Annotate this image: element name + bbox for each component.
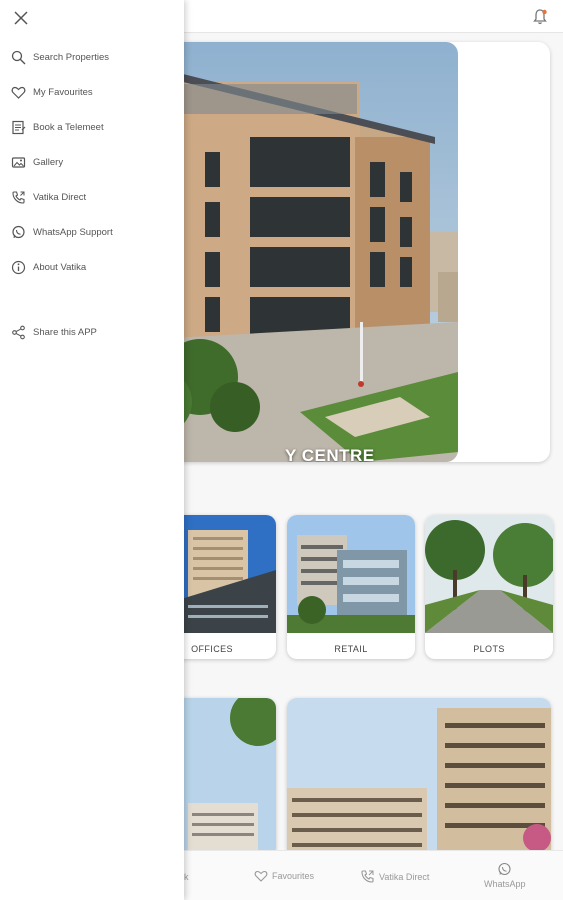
whatsapp-icon [11,225,26,240]
drawer-item-share-app[interactable]: Share this APP [0,317,184,347]
drawer-item-label: My Favourites [33,86,93,98]
document-icon [11,120,26,135]
property-promo-card[interactable] [287,698,551,858]
notification-bell-icon[interactable] [531,8,549,26]
plots-image [425,515,553,633]
retail-image [287,515,415,633]
drawer-item-my-favourites[interactable]: My Favourites [0,77,184,107]
phone-icon [11,190,26,205]
category-label: RETAIL [334,644,368,654]
navigation-drawer: Search Properties My Favourites Book a T… [0,0,184,900]
drawer-item-label: Vatika Direct [33,191,87,203]
drawer-item-gallery[interactable]: Gallery [0,147,184,177]
nav-label: Vatika Direct [379,871,430,882]
nav-item-partial[interactable]: k [184,872,189,882]
drawer-item-label: Book a Telemeet [33,121,104,133]
drawer-item-label: Search Properties [33,51,110,63]
phone-icon [361,870,374,883]
drawer-item-search-properties[interactable]: Search Properties [0,42,184,72]
nav-item-whatsapp[interactable]: WhatsApp [484,862,526,889]
gallery-icon [11,155,26,170]
nav-label: WhatsApp [484,879,526,889]
drawer-item-label: About Vatika [33,261,87,273]
featured-property-title: Y CENTRE [285,446,375,462]
nav-item-favourites[interactable]: Favourites [254,869,314,883]
category-card-retail[interactable]: RETAIL [287,515,415,659]
drawer-item-vatika-direct[interactable]: Vatika Direct [0,182,184,212]
heart-icon [254,870,268,882]
nav-item-vatika-direct[interactable]: Vatika Direct [360,869,429,884]
category-card-plots[interactable]: PLOTS [425,515,553,659]
nav-label: k [184,872,189,882]
drawer-item-label: WhatsApp Support [33,226,113,238]
whatsapp-icon [498,862,511,876]
share-icon [11,325,26,340]
nav-label: Favourites [272,871,315,881]
close-icon[interactable] [12,9,30,27]
drawer-item-label: Gallery [33,156,64,168]
info-icon [11,260,26,275]
search-icon [11,50,26,65]
drawer-item-book-telemeet[interactable]: Book a Telemeet [0,112,184,142]
category-label: PLOTS [473,644,505,654]
drawer-item-label: Share this APP [33,326,97,338]
promo-image [287,698,551,858]
drawer-item-about-vatika[interactable]: About Vatika [0,252,184,282]
heart-icon [11,85,26,100]
drawer-item-whatsapp-support[interactable]: WhatsApp Support [0,217,184,247]
